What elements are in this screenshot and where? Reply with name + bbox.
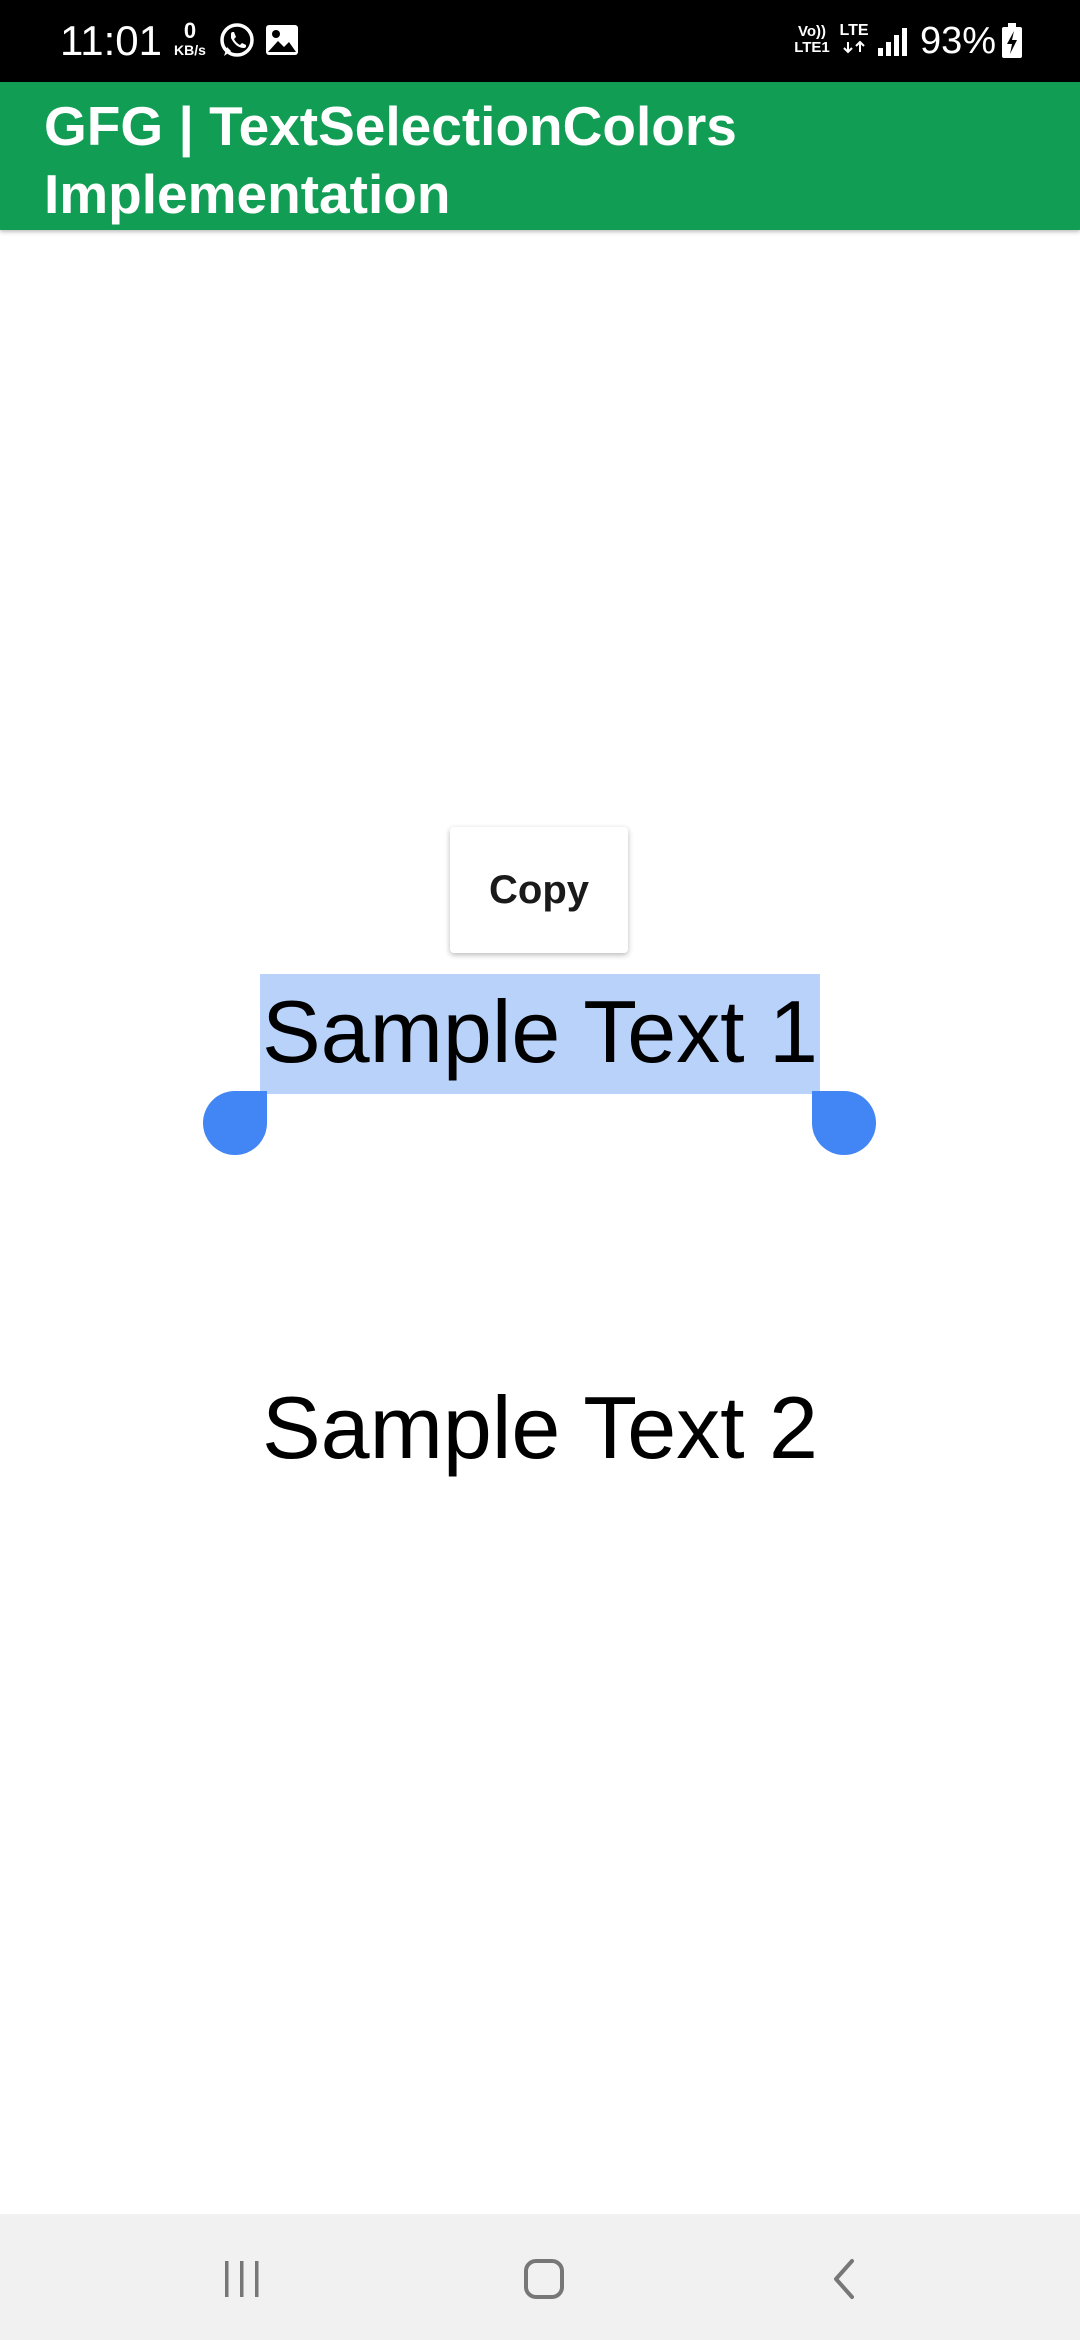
home-icon	[524, 2259, 564, 2299]
network-indicator: LTE	[836, 22, 872, 59]
back-icon	[834, 2259, 854, 2299]
data-speed-value: 0	[183, 18, 197, 43]
text-selection-toolbar: Copy	[450, 827, 628, 953]
home-button[interactable]	[509, 2244, 579, 2314]
data-speed-indicator: 0 KB/s	[170, 18, 210, 59]
gallery-icon	[264, 22, 300, 63]
recents-button[interactable]	[207, 2244, 277, 2314]
status-bar: 11:01 0 KB/s Vo)) LTE1 LTE 93%	[0, 0, 1080, 82]
app-bar: GFG | TextSelectionColors Implementation	[0, 82, 1080, 230]
network-label: LTE	[839, 22, 869, 39]
selection-start-handle[interactable]	[203, 1091, 267, 1155]
screen: 11:01 0 KB/s Vo)) LTE1 LTE 93% GFG | Tex…	[0, 0, 1080, 2340]
battery-percentage: 93%	[920, 20, 997, 62]
status-time: 11:01	[60, 17, 162, 64]
recents-icon	[225, 2261, 259, 2297]
copy-button[interactable]: Copy	[489, 868, 589, 913]
back-button[interactable]	[811, 2244, 881, 2314]
navigation-bar	[0, 2214, 1080, 2340]
selection-end-handle[interactable]	[812, 1091, 876, 1155]
sample-text-1[interactable]: Sample Text 1	[259, 974, 820, 1094]
volte-bottom-label: LTE1	[794, 39, 830, 56]
data-arrows-icon	[843, 40, 865, 54]
whatsapp-icon	[218, 22, 256, 65]
volte-indicator: Vo)) LTE1	[790, 24, 834, 56]
sample-text-2-container: Sample Text 2	[0, 1374, 1080, 1482]
volte-top-label: Vo))	[797, 23, 827, 40]
sample-text-1-container: Sample Text 1	[0, 974, 1080, 1094]
sample-text-2[interactable]: Sample Text 2	[262, 1374, 818, 1482]
signal-icon	[876, 26, 910, 63]
battery-charging-icon	[1000, 22, 1024, 65]
data-speed-unit: KB/s	[174, 42, 206, 58]
app-title: GFG | TextSelectionColors Implementation	[44, 95, 737, 225]
